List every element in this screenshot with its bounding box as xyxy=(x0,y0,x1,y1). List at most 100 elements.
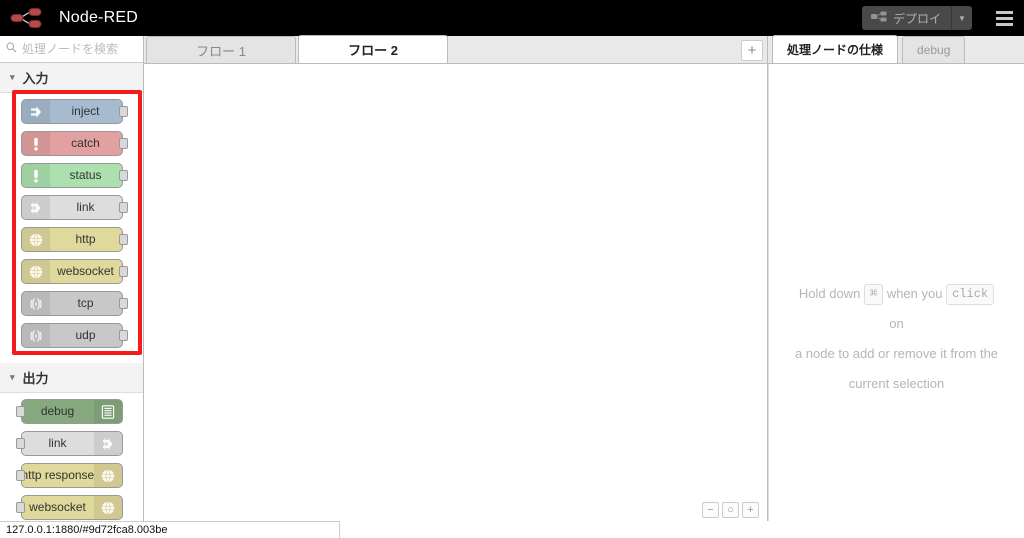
palette-node-label: http response xyxy=(21,468,94,482)
node-port-left[interactable] xyxy=(15,438,25,449)
flow-tab-label: フロー 1 xyxy=(196,43,246,59)
node-port-right[interactable] xyxy=(118,330,128,341)
palette-category-label: 入力 xyxy=(22,71,49,86)
palette-node-status[interactable]: status xyxy=(20,163,128,188)
zoom-out-button[interactable]: − xyxy=(702,502,719,518)
sidebar-tab-1[interactable]: 処理ノードの仕様 xyxy=(772,35,899,63)
debug-list-icon xyxy=(93,400,122,423)
zoom-controls: − ○ + xyxy=(702,502,759,518)
sidebar-tab-bar: 処理ノードの仕様 debug xyxy=(768,35,1024,64)
palette-node-label: udp xyxy=(75,328,96,342)
brand-logo[interactable]: Node-RED xyxy=(0,7,138,29)
palette-node-tcp[interactable]: tcp xyxy=(20,291,128,316)
palette-node-label: websocket xyxy=(57,264,114,278)
status-url-text: 127.0.0.1:1880/#9d72fca8.003be xyxy=(0,521,340,538)
tip-line2: a node to add or remove it from the xyxy=(794,346,999,361)
tip-part3: on xyxy=(889,316,904,331)
signal-wave-icon xyxy=(21,292,50,315)
command-key-badge: ⌘ xyxy=(863,284,884,306)
brand-title: Node-RED xyxy=(59,9,138,26)
node-palette: ▾ 入力 inject catch status link http websocket tcp… xyxy=(0,36,144,521)
palette-category-body-output: debug link http response websocket xyxy=(0,393,143,521)
node-red-editor: Node-RED デプロイ ▼ 処理ノードを検索 ▾ 入力 inject cat… xyxy=(0,0,1024,538)
palette-node-label: tcp xyxy=(77,296,94,310)
plus-icon: + xyxy=(747,42,757,59)
palette-node-inject[interactable]: inject xyxy=(20,99,128,124)
palette-node-label: status xyxy=(69,168,102,182)
node-port-right[interactable] xyxy=(118,138,128,149)
exclamation-icon xyxy=(21,132,50,155)
tip-part2: when you xyxy=(886,286,943,301)
palette-node-http[interactable]: http xyxy=(20,227,128,252)
flow-tabs: フロー 1 フロー 2 xyxy=(144,35,448,63)
node-port-left[interactable] xyxy=(15,470,25,481)
click-key-badge: click xyxy=(946,284,995,306)
palette-node-http-response[interactable]: http response xyxy=(15,463,123,488)
palette-node-link[interactable]: link xyxy=(15,431,123,456)
palette-node-label: inject xyxy=(71,104,100,118)
search-icon xyxy=(6,42,17,56)
node-port-right[interactable] xyxy=(118,170,128,181)
minus-icon: − xyxy=(707,504,714,516)
deploy-node-icon xyxy=(870,11,887,25)
chevron-down-icon: ▾ xyxy=(10,372,15,382)
link-arrow-icon xyxy=(93,432,122,455)
palette-node-label: debug xyxy=(40,404,75,418)
node-port-right[interactable] xyxy=(118,106,128,117)
flow-workspace: フロー 1 フロー 2 + − ○ + xyxy=(144,35,768,521)
globe-icon xyxy=(21,228,50,251)
palette-category-header-output[interactable]: ▾ 出力 xyxy=(0,363,143,393)
sidebar-tab-2[interactable]: debug xyxy=(902,36,966,63)
flow-tab-bar: フロー 1 フロー 2 + xyxy=(144,35,767,64)
app-header: Node-RED デプロイ ▼ xyxy=(0,0,1024,36)
flow-tab-2[interactable]: フロー 2 xyxy=(298,35,448,63)
add-flow-tab-button[interactable]: + xyxy=(741,40,763,61)
node-port-left[interactable] xyxy=(15,502,25,513)
palette-node-debug[interactable]: debug xyxy=(15,399,123,424)
link-arrow-icon xyxy=(21,196,50,219)
plus-icon: + xyxy=(747,504,754,516)
palette-node-label: link xyxy=(76,200,95,214)
zoom-reset-button[interactable]: ○ xyxy=(722,502,739,518)
node-port-right[interactable] xyxy=(118,298,128,309)
flow-canvas[interactable]: − ○ + xyxy=(144,64,767,521)
palette-node-label: link xyxy=(48,436,67,450)
deploy-button[interactable]: デプロイ xyxy=(862,6,952,30)
node-port-right[interactable] xyxy=(118,266,128,277)
node-port-right[interactable] xyxy=(118,202,128,213)
status-bar: 127.0.0.1:1880/#9d72fca8.003be xyxy=(0,521,1024,538)
header-actions: デプロイ ▼ xyxy=(861,0,1024,36)
main-area: ▾ 入力 inject catch status link http websocket tcp… xyxy=(0,35,1024,521)
palette-node-websocket[interactable]: websocket xyxy=(20,259,128,284)
palette-node-websocket[interactable]: websocket xyxy=(15,495,123,520)
sidebar-tab-label: debug xyxy=(917,43,951,57)
node-port-left[interactable] xyxy=(15,406,25,417)
deploy-button-group[interactable]: デプロイ ▼ xyxy=(861,6,972,30)
palette-search-bar[interactable] xyxy=(0,36,143,63)
tip-part1: Hold down xyxy=(798,286,861,301)
inject-arrow-icon xyxy=(21,100,50,123)
palette-node-link[interactable]: link xyxy=(20,195,128,220)
deploy-dropdown-toggle[interactable]: ▼ xyxy=(952,6,972,30)
palette-node-label: catch xyxy=(71,136,100,150)
hamburger-menu-icon[interactable] xyxy=(984,0,1024,36)
search-input[interactable] xyxy=(22,42,132,56)
sidebar-content-info: Hold down ⌘ when you click on a node to … xyxy=(768,64,1024,521)
deploy-label: デプロイ xyxy=(892,11,941,26)
sidebar-tab-label: 処理ノードの仕様 xyxy=(787,43,884,57)
chevron-down-icon: ▾ xyxy=(10,72,15,82)
right-sidebar: 処理ノードの仕様 debug Hold down ⌘ when you click… xyxy=(768,35,1024,521)
circle-icon: ○ xyxy=(727,504,734,516)
globe-icon xyxy=(93,464,122,487)
chevron-down-icon: ▼ xyxy=(958,13,966,23)
zoom-in-button[interactable]: + xyxy=(742,502,759,518)
flow-tab-1[interactable]: フロー 1 xyxy=(146,36,296,63)
palette-category-header-input[interactable]: ▾ 入力 xyxy=(0,63,143,93)
node-port-right[interactable] xyxy=(118,234,128,245)
palette-node-label: http xyxy=(75,232,96,246)
palette-node-label: websocket xyxy=(29,500,86,514)
palette-category-list: ▾ 入力 inject catch status link http websocket tcp… xyxy=(0,63,143,521)
palette-node-catch[interactable]: catch xyxy=(20,131,128,156)
flow-tab-label: フロー 2 xyxy=(348,43,398,58)
palette-node-udp[interactable]: udp xyxy=(20,323,128,348)
